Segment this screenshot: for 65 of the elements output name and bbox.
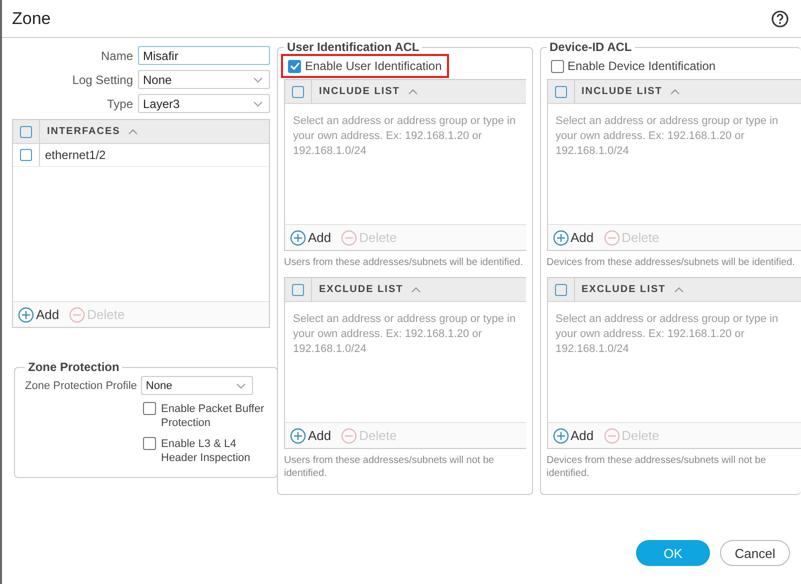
field-label: Name	[100, 48, 133, 62]
empty-list-hint: Select an address or address group or type in your own address. Ex: 192.168.1.20 or 192.168.1.0/24	[293, 114, 517, 159]
checkbox[interactable]	[288, 60, 301, 72]
sort-icon[interactable]	[411, 286, 422, 292]
plus-circle-icon	[18, 306, 34, 322]
minus-circle-icon	[604, 230, 620, 246]
help-text: Devices from these addresses/subnets will be identified.	[546, 256, 796, 270]
checkbox-label: Enable Packet Buffer Protection	[161, 402, 266, 430]
dropdown[interactable]: Layer3	[138, 94, 270, 113]
help-text: Users from these addresses/subnets will be identified.	[284, 256, 524, 270]
help-text: Users from these addresses/subnets will not be identified.	[284, 454, 496, 481]
column-header[interactable]: INCLUDE LIST	[582, 86, 662, 97]
chevron-down-icon	[253, 100, 263, 106]
checkbox-label: Enable User Identification	[305, 59, 442, 73]
field-label: Log Setting	[72, 72, 133, 86]
add-button[interactable]: Add	[18, 306, 60, 322]
section-title: Zone Protection	[27, 360, 120, 374]
dropdown[interactable]: None	[138, 70, 270, 89]
column-header[interactable]: EXCLUDE LIST	[319, 284, 404, 295]
checkbox[interactable]	[554, 86, 566, 98]
checkbox-label: Enable Device Identification	[568, 59, 716, 73]
column-header[interactable]: INCLUDE LIST	[319, 86, 400, 97]
chevron-down-icon	[253, 76, 263, 82]
table-cell[interactable]: ethernet1/2	[45, 148, 106, 162]
plus-circle-icon	[552, 230, 568, 246]
window-title: Zone	[12, 8, 51, 28]
minus-circle-icon	[341, 230, 358, 246]
checkbox[interactable]	[292, 86, 304, 98]
sort-icon[interactable]	[670, 88, 680, 94]
sort-icon[interactable]	[674, 286, 684, 292]
minus-circle-icon	[341, 428, 358, 444]
section-title: User Identification ACL	[286, 40, 420, 54]
field-label: Zone Protection Profile	[25, 380, 137, 392]
checkbox[interactable]	[550, 60, 564, 72]
checkbox[interactable]	[143, 437, 156, 450]
name-field[interactable]: Misafir	[138, 46, 270, 65]
add-button[interactable]: Add	[552, 428, 594, 444]
empty-list-hint: Select an address or address group or type in your own address. Ex: 192.168.1.20 or 192.168.1.0/24	[556, 114, 780, 159]
add-button[interactable]: Add	[552, 230, 594, 246]
dropdown[interactable]: None	[140, 376, 253, 395]
minus-circle-icon	[69, 306, 86, 322]
help-text: Devices from these addresses/subnets will not be identified.	[546, 454, 768, 481]
column-header[interactable]: EXCLUDE LIST	[582, 284, 666, 295]
add-button[interactable]: Add	[290, 428, 332, 444]
plus-circle-icon	[552, 428, 568, 444]
checkbox-label: Enable L3 & L4 Header Inspection	[161, 437, 252, 465]
checkbox[interactable]	[143, 402, 156, 415]
chevron-down-icon	[236, 382, 246, 388]
plus-circle-icon	[290, 230, 306, 246]
field-label: Type	[106, 96, 133, 110]
section-title: Device-ID ACL	[548, 40, 633, 54]
empty-list-hint: Select an address or address group or type in your own address. Ex: 192.168.1.20 or 192.168.1.0/24	[293, 312, 517, 357]
checkbox[interactable]	[554, 284, 566, 296]
cancel-button[interactable]: Cancel	[720, 540, 790, 566]
help-icon[interactable]	[771, 10, 789, 28]
empty-list-hint: Select an address or address group or type in your own address. Ex: 192.168.1.20 or 192.168.1.0/24	[556, 312, 780, 357]
checkbox[interactable]	[292, 284, 304, 296]
minus-circle-icon	[604, 428, 620, 444]
column-header[interactable]: INTERFACES	[47, 126, 120, 137]
checkbox[interactable]	[20, 126, 32, 138]
checkbox[interactable]	[20, 149, 32, 161]
sort-icon[interactable]	[128, 128, 138, 134]
plus-circle-icon	[290, 428, 306, 444]
add-button[interactable]: Add	[290, 230, 332, 246]
sort-icon[interactable]	[408, 88, 418, 94]
